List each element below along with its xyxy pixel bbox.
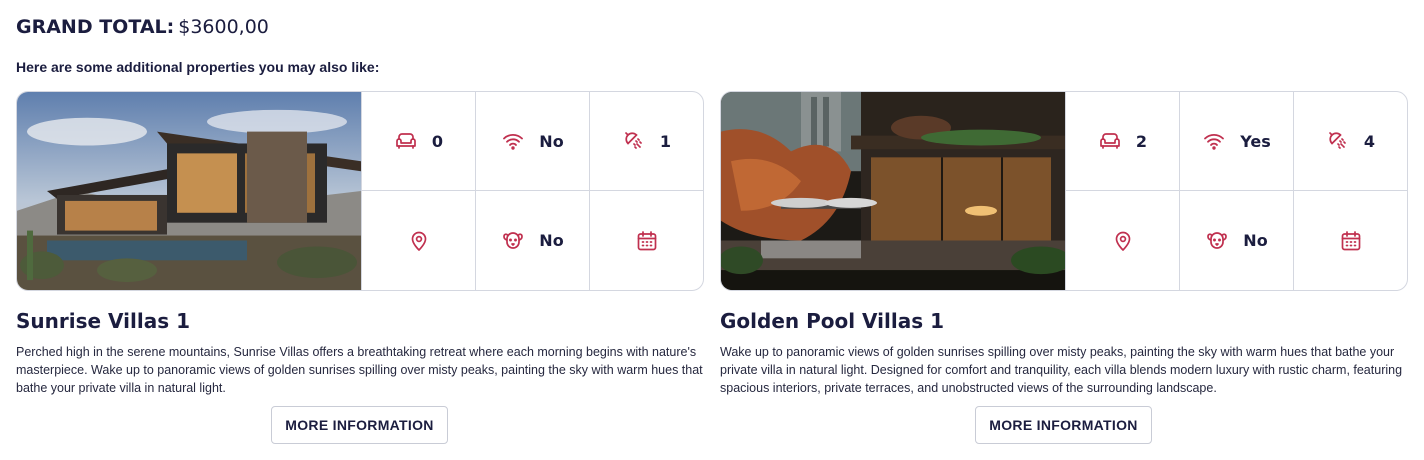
calendar-icon	[1341, 230, 1360, 250]
pet-icon	[1207, 231, 1228, 249]
amenity-location	[1065, 191, 1179, 290]
amenity-shower: 1	[589, 92, 703, 191]
property-title[interactable]: Golden Pool Villas 1	[720, 308, 1408, 334]
more-information-button[interactable]: MORE INFORMATION	[975, 406, 1152, 444]
amenity-pets: No	[1179, 191, 1293, 290]
grand-total-label: GRAND TOTAL:	[16, 16, 175, 38]
pet-icon	[503, 231, 524, 249]
location-pin-icon	[411, 231, 426, 251]
amenity-location	[361, 191, 475, 290]
sofa-count: 2	[1135, 131, 1148, 151]
more-information-button[interactable]: MORE INFORMATION	[271, 406, 448, 444]
pets-value: No	[539, 231, 564, 250]
amenity-pets: No	[475, 191, 589, 290]
amenities-grid: 2 Yes 4 No	[1065, 92, 1407, 290]
property-card-summary: 2 Yes 4 No	[720, 91, 1408, 291]
sofa-icon	[396, 133, 416, 149]
sofa-count: 0	[431, 131, 444, 151]
shower-count: 4	[1363, 131, 1376, 151]
grand-total-value: $3600,00	[178, 16, 269, 38]
amenity-wifi: Yes	[1179, 92, 1293, 191]
shower-icon	[1329, 132, 1346, 149]
pets-value: No	[1243, 231, 1268, 250]
property-title[interactable]: Sunrise Villas 1	[16, 308, 704, 334]
property-card: 2 Yes 4 No Golden Pool Villas 1 Wake up …	[720, 91, 1408, 444]
shower-count: 1	[659, 131, 672, 151]
amenity-sofa: 2	[1065, 92, 1179, 191]
amenity-wifi: No	[475, 92, 589, 191]
amenity-sofa: 0	[361, 92, 475, 191]
recommendations-heading: Here are some additional properties you …	[16, 59, 380, 75]
wifi-icon	[503, 134, 524, 150]
wifi-icon	[1204, 134, 1225, 150]
property-description: Perched high in the serene mountains, Su…	[16, 345, 703, 395]
property-photo[interactable]	[17, 92, 361, 290]
amenity-calendar	[1293, 191, 1407, 290]
amenities-grid: 0 No 1 No	[361, 92, 703, 290]
amenity-shower: 4	[1293, 92, 1407, 191]
property-card-summary: 0 No 1 No	[16, 91, 704, 291]
property-description: Wake up to panoramic views of golden sun…	[720, 345, 1403, 395]
property-photo[interactable]	[721, 92, 1065, 290]
wifi-value: No	[539, 131, 564, 151]
shower-icon	[625, 132, 642, 149]
calendar-icon	[637, 230, 656, 250]
wifi-value: Yes	[1240, 131, 1271, 151]
property-card: 0 No 1 No Sunrise Villas 1 Perched high …	[16, 91, 704, 444]
amenity-calendar	[589, 191, 703, 290]
grand-total: GRAND TOTAL: $3600,00	[16, 14, 269, 40]
sofa-icon	[1100, 133, 1120, 149]
location-pin-icon	[1115, 231, 1130, 251]
